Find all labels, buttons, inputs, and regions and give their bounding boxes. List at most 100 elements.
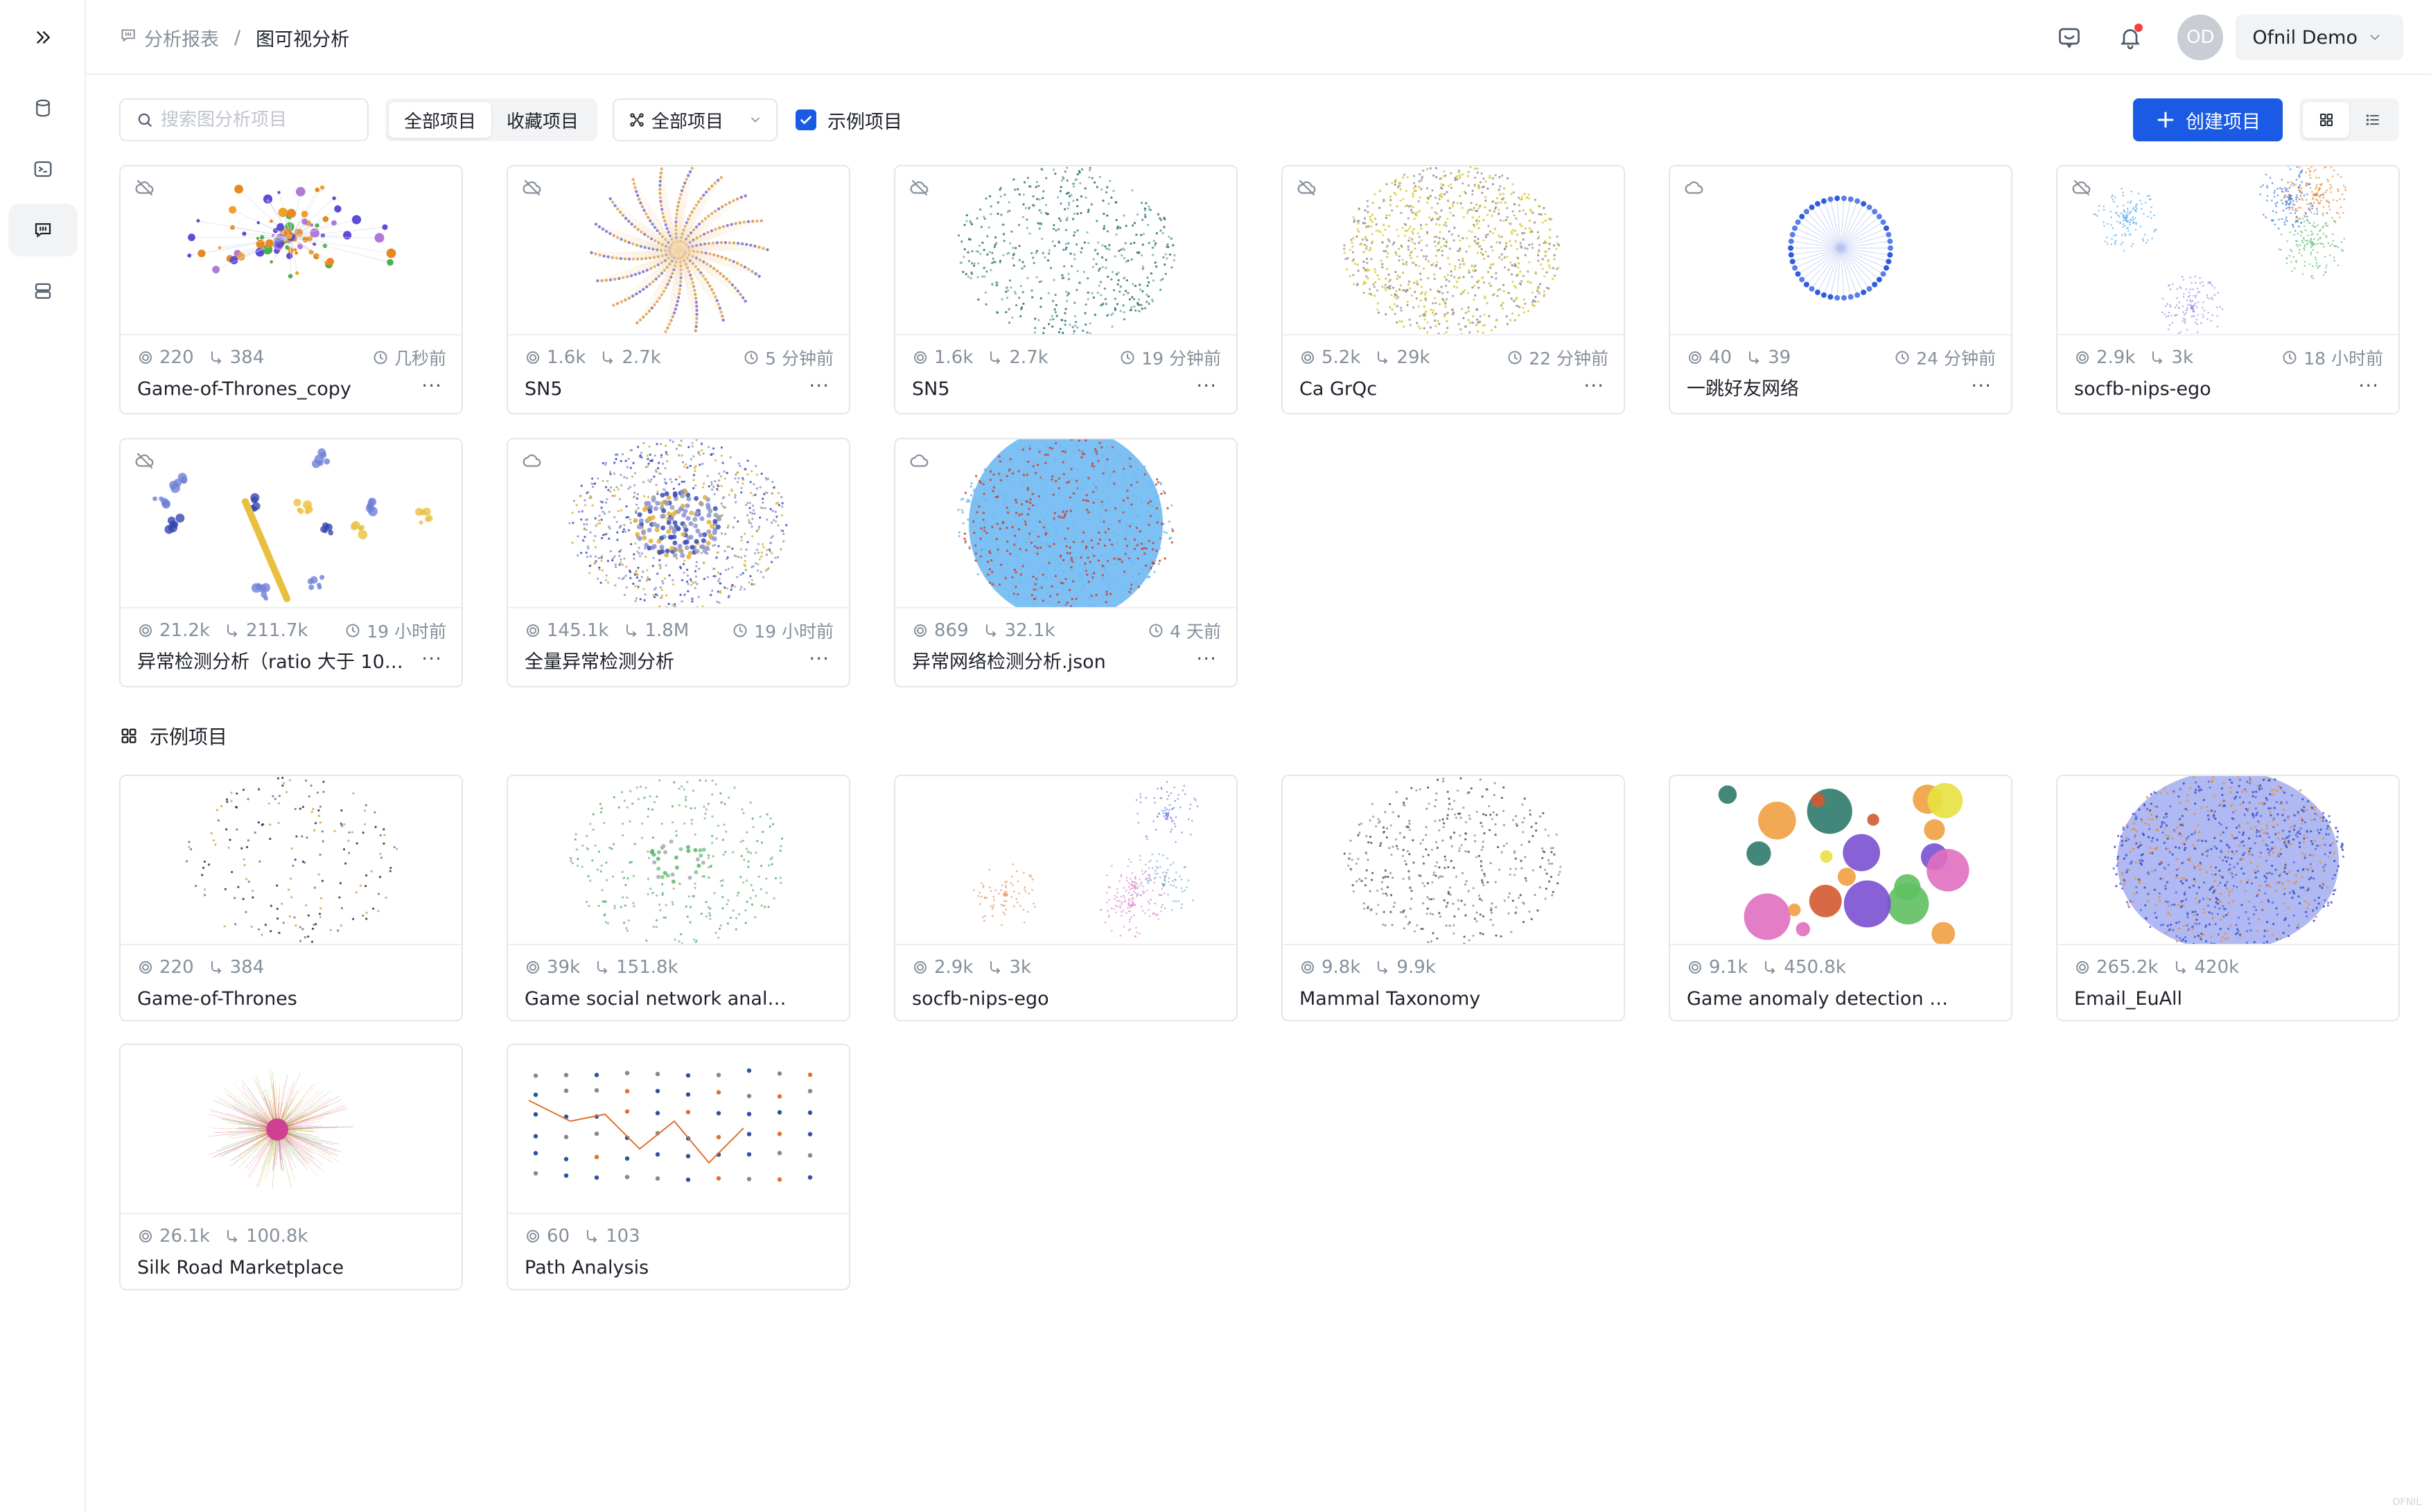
card-title: SN5: [525, 378, 563, 400]
cloud-off-icon: [910, 179, 929, 196]
node-count-icon: [139, 624, 152, 637]
create-project-button[interactable]: + 创建项目: [2132, 98, 2283, 141]
tab-all-projects[interactable]: 全部项目: [389, 102, 492, 138]
node-count: 26.1k: [137, 1226, 210, 1247]
example-card[interactable]: 9.1k 450.8k Game anomaly detection Gold fa…: [1669, 775, 2012, 1021]
cloud-icon: [523, 454, 541, 467]
feedback-button[interactable]: [2050, 18, 2089, 57]
project-card[interactable]: 1.6k 2.7k 19 分钟前 SN5 ···: [894, 165, 1238, 414]
edge-count-value: 100.8k: [245, 1226, 308, 1247]
graph-thumbnail[interactable]: [508, 439, 849, 608]
updated-time: 19 分钟前: [1119, 345, 1221, 370]
updated-time: 18 小时前: [2281, 345, 2383, 370]
graph-thumbnail[interactable]: [508, 1045, 849, 1214]
graph-preview-image: [185, 777, 398, 943]
graph-thumbnail[interactable]: [121, 776, 462, 945]
checkbox-checked-box: [796, 109, 816, 130]
project-card[interactable]: 220 384 几秒前 Game-of-Thrones_copy ···: [119, 165, 463, 414]
sidebar-expand-toggle[interactable]: [24, 21, 62, 54]
more-options-button[interactable]: ···: [1196, 647, 1217, 670]
project-card[interactable]: 2.9k 3k 18 小时前 socfb-nips-ego ···: [2056, 165, 2400, 414]
graph-thumbnail[interactable]: [121, 1045, 462, 1214]
project-card[interactable]: 1.6k 2.7k 5 分钟前 SN5 ···: [507, 165, 850, 414]
graph-preview-image: [1343, 166, 1561, 334]
graph-thumbnail[interactable]: [1283, 776, 1624, 945]
sidebar-item-database[interactable]: [8, 82, 78, 134]
example-card[interactable]: 9.8k 9.9k Mammal Taxonomy: [1281, 775, 1625, 1021]
plus-icon: +: [2154, 105, 2176, 134]
show-examples-checkbox[interactable]: 示例项目: [796, 98, 902, 141]
search-input[interactable]: [161, 109, 362, 130]
graph-stats: 2.9k 3k: [912, 955, 1045, 980]
sidebar-item-storage[interactable]: [8, 265, 78, 317]
example-card[interactable]: 2.9k 3k socfb-nips-ego: [894, 775, 1238, 1021]
sidebar-item-terminal[interactable]: [8, 143, 78, 195]
edge-count-value: 211.7k: [245, 620, 308, 641]
edge-count-value: 384: [229, 957, 265, 978]
graph-preview-image: [207, 1069, 353, 1190]
graph-thumbnail[interactable]: [895, 439, 1236, 608]
list-view-button[interactable]: [2349, 102, 2396, 138]
graph-thumbnail[interactable]: [121, 439, 462, 608]
card-title: Email_EuAll: [2074, 988, 2183, 1010]
edge-count-icon: [2152, 351, 2163, 364]
project-card[interactable]: 145.1k 1.8M 19 小时前 全量异常检测分析 ···: [507, 438, 850, 687]
graph-thumbnail[interactable]: [2057, 776, 2398, 945]
examples-section-title: 示例项目: [119, 722, 227, 750]
project-card[interactable]: 21.2k 211.7k 19 小时前 异常检测分析（ratio 大于 100... ·…: [119, 438, 463, 687]
example-card[interactable]: 60 103 Path Analysis: [507, 1044, 850, 1290]
notifications-button[interactable]: [2111, 18, 2150, 57]
node-count-icon: [2076, 961, 2089, 974]
user-menu-button[interactable]: Ofnil Demo: [2236, 15, 2403, 60]
example-card[interactable]: 26.1k 100.8k Silk Road Marketplace: [119, 1044, 463, 1290]
card-title: Game social network analysis: [525, 988, 795, 1010]
card-title: 异常网络检测分析.json: [912, 651, 1106, 673]
node-count-icon: [139, 351, 152, 364]
breadcrumb-separator: /: [234, 26, 241, 49]
project-card[interactable]: 869 32.1k 4 天前 异常网络检测分析.json ···: [894, 438, 1238, 687]
node-count-value: 2.9k: [934, 957, 974, 978]
updated-time: 19 小时前: [732, 618, 834, 643]
node-count-value: 1.6k: [547, 347, 586, 368]
updated-time-value: 22 分钟前: [1529, 349, 1608, 369]
sidebar-item-analysis-reports[interactable]: [8, 204, 78, 256]
graph-stats: 265.2k 420k: [2074, 955, 2253, 980]
more-options-button[interactable]: ···: [421, 374, 442, 397]
graph-thumbnail[interactable]: [1283, 166, 1624, 335]
graph-thumbnail[interactable]: [508, 776, 849, 945]
breadcrumb-parent-link[interactable]: 分析报表: [144, 24, 219, 51]
example-card[interactable]: 265.2k 420k Email_EuAll: [2056, 775, 2400, 1021]
edge-count: 103: [583, 1226, 640, 1247]
example-card[interactable]: 220 384 Game-of-Thrones: [119, 775, 463, 1021]
feedback-chat-icon: [2059, 28, 2080, 49]
grid-view-button[interactable]: [2303, 102, 2349, 138]
more-options-button[interactable]: ···: [1196, 374, 1217, 397]
project-card[interactable]: 5.2k 29k 22 分钟前 Ca GrQc ···: [1281, 165, 1625, 414]
node-count-icon: [914, 961, 927, 974]
example-card[interactable]: 39k 151.8k Game social network analysis: [507, 775, 850, 1021]
avatar[interactable]: OD: [2177, 15, 2224, 60]
node-count: 1.6k: [912, 347, 973, 368]
graph-thumbnail[interactable]: [1670, 166, 2011, 335]
graph-thumbnail[interactable]: [895, 776, 1236, 945]
more-options-button[interactable]: ···: [2358, 374, 2379, 397]
more-options-button[interactable]: ···: [809, 647, 830, 670]
more-options-button[interactable]: ···: [421, 647, 442, 670]
edge-count-value: 103: [606, 1226, 640, 1247]
project-card[interactable]: 40 39 24 分钟前 一跳好友网络 ···: [1669, 165, 2012, 414]
tab-favorite-projects[interactable]: 收藏项目: [491, 102, 594, 138]
more-options-button[interactable]: ···: [809, 374, 830, 397]
edge-count: 1.8M: [623, 620, 689, 641]
graph-thumbnail[interactable]: [121, 166, 462, 335]
project-type-select[interactable]: 全部项目: [613, 98, 778, 141]
more-options-button[interactable]: ···: [1971, 374, 1992, 397]
more-options-button[interactable]: ···: [1583, 374, 1604, 397]
node-count-icon: [527, 1230, 539, 1242]
clock-icon: [1508, 351, 1522, 364]
graph-thumbnail[interactable]: [508, 166, 849, 335]
node-count-value: 39k: [547, 957, 581, 978]
edge-count-icon: [597, 961, 608, 974]
graph-thumbnail[interactable]: [1670, 776, 2011, 945]
graph-thumbnail[interactable]: [2057, 166, 2398, 335]
graph-thumbnail[interactable]: [895, 166, 1236, 335]
